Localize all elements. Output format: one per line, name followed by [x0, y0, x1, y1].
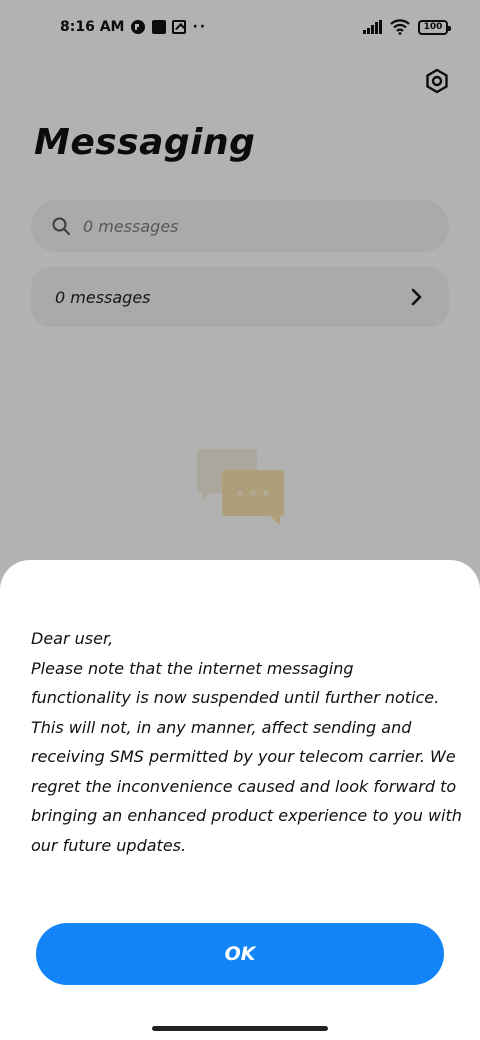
notice-line: Please note that the internet messaging [31, 658, 354, 678]
home-indicator[interactable] [152, 1026, 328, 1031]
notice-line: Dear user, [31, 629, 114, 648]
notice-line: bringing an enhanced product experience … [31, 806, 462, 825]
notice-bottom-sheet: Dear user, Please note that the internet… [0, 560, 480, 1040]
notice-line: functionality is now suspended until fur… [31, 688, 440, 707]
notice-line: regret the inconvenience caused and look… [31, 776, 457, 796]
notice-message: Dear user, Please note that the internet… [31, 624, 471, 860]
notice-line: This will not, in any manner, affect sen… [31, 717, 412, 737]
ok-button[interactable]: OK [36, 923, 444, 985]
notice-line: receiving SMS permitted by your telecom … [31, 747, 456, 766]
notice-line: our future updates. [31, 835, 187, 855]
